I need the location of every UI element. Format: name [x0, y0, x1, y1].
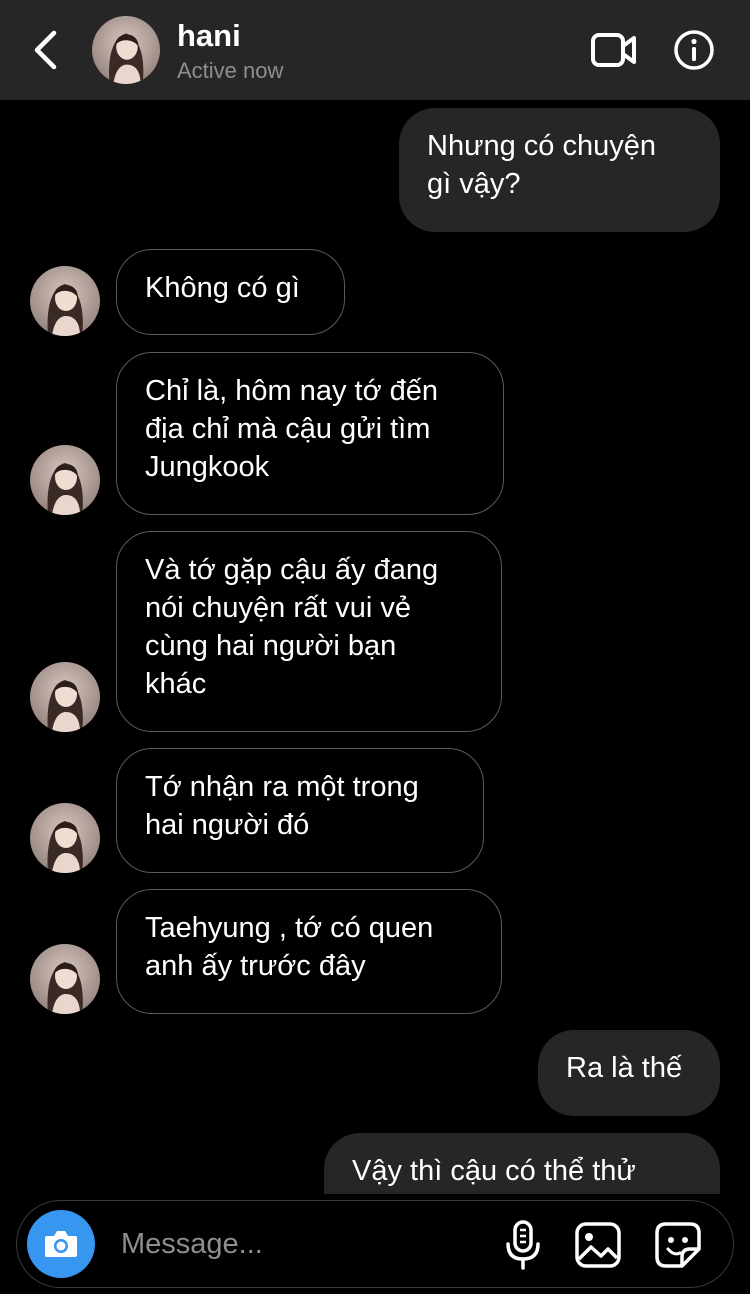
contact-status: Active now: [177, 58, 284, 83]
message-incoming[interactable]: Tớ nhận ra một trong hai người đó: [116, 748, 484, 873]
sticker-icon: [655, 1222, 701, 1268]
sender-avatar[interactable]: [30, 445, 100, 515]
message-incoming[interactable]: Không có gì: [116, 249, 345, 335]
sender-avatar[interactable]: [30, 944, 100, 1014]
message-list[interactable]: Nhưng có chuyện gì vậy? Không có gì Chỉ …: [0, 100, 750, 1194]
voice-message-button[interactable]: [503, 1219, 543, 1271]
camera-icon: [45, 1231, 77, 1257]
sender-avatar[interactable]: [30, 266, 100, 336]
message-incoming[interactable]: Taehyung , tớ có quen anh ấy trước đây: [116, 889, 502, 1014]
info-button[interactable]: [672, 28, 716, 72]
sender-avatar[interactable]: [30, 662, 100, 732]
camera-button[interactable]: [27, 1210, 95, 1278]
message-outgoing[interactable]: Ra là thế: [538, 1030, 720, 1116]
sender-avatar[interactable]: [30, 803, 100, 873]
video-camera-icon: [591, 33, 636, 67]
message-incoming[interactable]: Và tớ gặp cậu ấy đang nói chuyện rất vui…: [116, 531, 502, 732]
sticker-button[interactable]: [654, 1221, 702, 1269]
contact-name[interactable]: hani: [177, 18, 241, 54]
microphone-icon: [506, 1220, 540, 1270]
message-outgoing[interactable]: Nhưng có chuyện gì vậy?: [399, 108, 720, 232]
message-incoming[interactable]: Chỉ là, hôm nay tớ đến địa chỉ mà cậu gử…: [116, 352, 504, 515]
contact-avatar[interactable]: [92, 16, 160, 84]
back-button[interactable]: [26, 28, 66, 72]
chat-header: hani Active now: [0, 0, 750, 100]
gallery-button[interactable]: [574, 1221, 622, 1269]
image-icon: [575, 1222, 621, 1268]
video-call-button[interactable]: [590, 28, 638, 72]
info-icon: [674, 30, 714, 70]
message-composer: [16, 1200, 734, 1288]
chevron-left-icon: [34, 30, 57, 70]
message-outgoing[interactable]: Vậy thì cậu có thể thử: [324, 1133, 720, 1194]
message-input[interactable]: [121, 1223, 481, 1265]
